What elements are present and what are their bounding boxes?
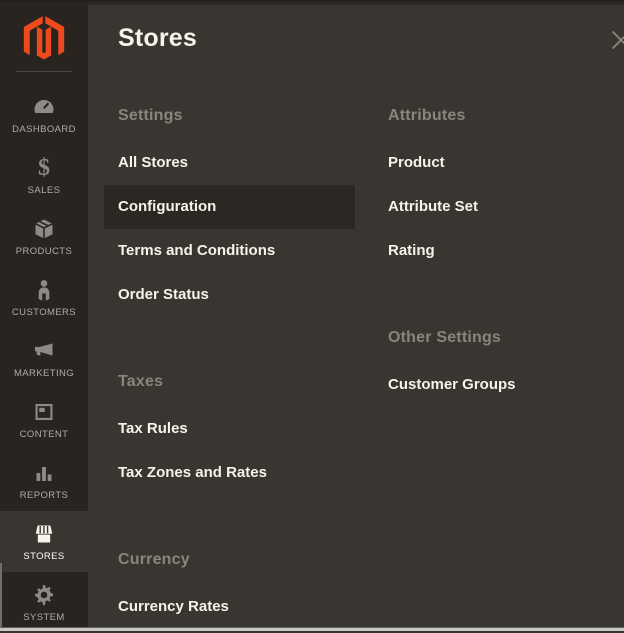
sidebar-item-system[interactable]: SYSTEM bbox=[0, 572, 88, 633]
gear-icon bbox=[32, 583, 56, 607]
menu-item-attribute-set[interactable]: Attribute Set bbox=[374, 185, 624, 229]
section-taxes: Taxes Tax Rules Tax Zones and Rates bbox=[118, 371, 355, 495]
sidebar-item-label: SALES bbox=[28, 185, 61, 196]
menu-item-tax-rules[interactable]: Tax Rules bbox=[104, 407, 355, 451]
section-attributes: Attributes Product Attribute Set Rating bbox=[388, 105, 624, 273]
sidebar-item-content[interactable]: CONTENT bbox=[0, 389, 88, 450]
flyout-columns: Settings All Stores Configuration Terms … bbox=[118, 105, 624, 629]
menu-item-tax-zones-and-rates[interactable]: Tax Zones and Rates bbox=[104, 451, 355, 495]
magento-logo[interactable] bbox=[0, 2, 88, 61]
viewport-top-edge bbox=[0, 0, 624, 2]
flyout-header: Stores bbox=[118, 17, 624, 55]
menu-item-configuration[interactable]: Configuration bbox=[104, 185, 355, 229]
menu-item-rating[interactable]: Rating bbox=[374, 229, 624, 273]
dashboard-gauge-icon bbox=[32, 95, 56, 119]
person-icon bbox=[32, 278, 56, 302]
sidebar-item-products[interactable]: PRODUCTS bbox=[0, 206, 88, 267]
menu-item-all-stores[interactable]: All Stores bbox=[104, 141, 355, 185]
layout-icon bbox=[32, 400, 56, 424]
section-other-settings: Other Settings Customer Groups bbox=[388, 327, 624, 407]
stores-flyout-menu: Stores Settings All Stores Configuration… bbox=[88, 0, 624, 631]
megaphone-icon bbox=[32, 339, 56, 363]
flyout-column-2: Attributes Product Attribute Set Rating … bbox=[388, 105, 624, 629]
section-title: Settings bbox=[118, 105, 355, 127]
menu-item-order-status[interactable]: Order Status bbox=[104, 273, 355, 317]
sidebar-item-customers[interactable]: CUSTOMERS bbox=[0, 267, 88, 328]
sidebar-item-reports[interactable]: REPORTS bbox=[0, 450, 88, 511]
section-title: Attributes bbox=[388, 105, 624, 127]
flyout-title: Stores bbox=[118, 21, 197, 55]
menu-item-currency-rates[interactable]: Currency Rates bbox=[104, 585, 355, 629]
sidebar-item-label: MARKETING bbox=[14, 368, 74, 379]
menu-item-terms-and-conditions[interactable]: Terms and Conditions bbox=[104, 229, 355, 273]
sidebar-item-label: CONTENT bbox=[20, 429, 69, 440]
sidebar-item-stores[interactable]: STORES bbox=[0, 511, 88, 572]
sidebar-item-label: STORES bbox=[23, 551, 64, 562]
sidebar-item-label: SYSTEM bbox=[23, 612, 64, 623]
close-icon[interactable] bbox=[610, 29, 624, 51]
magento-admin: DASHBOARD $ SALES PRODUCTS bbox=[0, 0, 624, 631]
section-title: Taxes bbox=[118, 371, 355, 393]
sidebar-item-marketing[interactable]: MARKETING bbox=[0, 328, 88, 389]
sidebar-nav: DASHBOARD $ SALES PRODUCTS bbox=[0, 84, 88, 633]
section-title: Other Settings bbox=[388, 327, 624, 349]
sidebar-item-label: REPORTS bbox=[20, 490, 69, 501]
section-settings: Settings All Stores Configuration Terms … bbox=[118, 105, 355, 317]
menu-item-customer-groups[interactable]: Customer Groups bbox=[374, 363, 624, 407]
flyout-column-1: Settings All Stores Configuration Terms … bbox=[118, 105, 355, 629]
menu-item-product[interactable]: Product bbox=[374, 141, 624, 185]
magento-logo-icon bbox=[23, 14, 65, 61]
page-left-edge bbox=[0, 563, 2, 627]
sidebar-item-sales[interactable]: $ SALES bbox=[0, 145, 88, 206]
dollar-icon: $ bbox=[38, 156, 50, 180]
sidebar-item-label: DASHBOARD bbox=[12, 124, 76, 135]
sidebar-item-label: PRODUCTS bbox=[16, 246, 73, 257]
storefront-icon bbox=[32, 522, 56, 546]
section-title: Currency bbox=[118, 549, 355, 571]
section-currency: Currency Currency Rates bbox=[118, 549, 355, 629]
box-icon bbox=[32, 217, 56, 241]
admin-sidebar: DASHBOARD $ SALES PRODUCTS bbox=[0, 0, 88, 631]
bar-chart-icon bbox=[32, 461, 56, 485]
sidebar-item-dashboard[interactable]: DASHBOARD bbox=[0, 84, 88, 145]
viewport-bottom-edge bbox=[0, 627, 624, 631]
sidebar-divider bbox=[16, 71, 72, 72]
sidebar-item-label: CUSTOMERS bbox=[12, 307, 76, 318]
